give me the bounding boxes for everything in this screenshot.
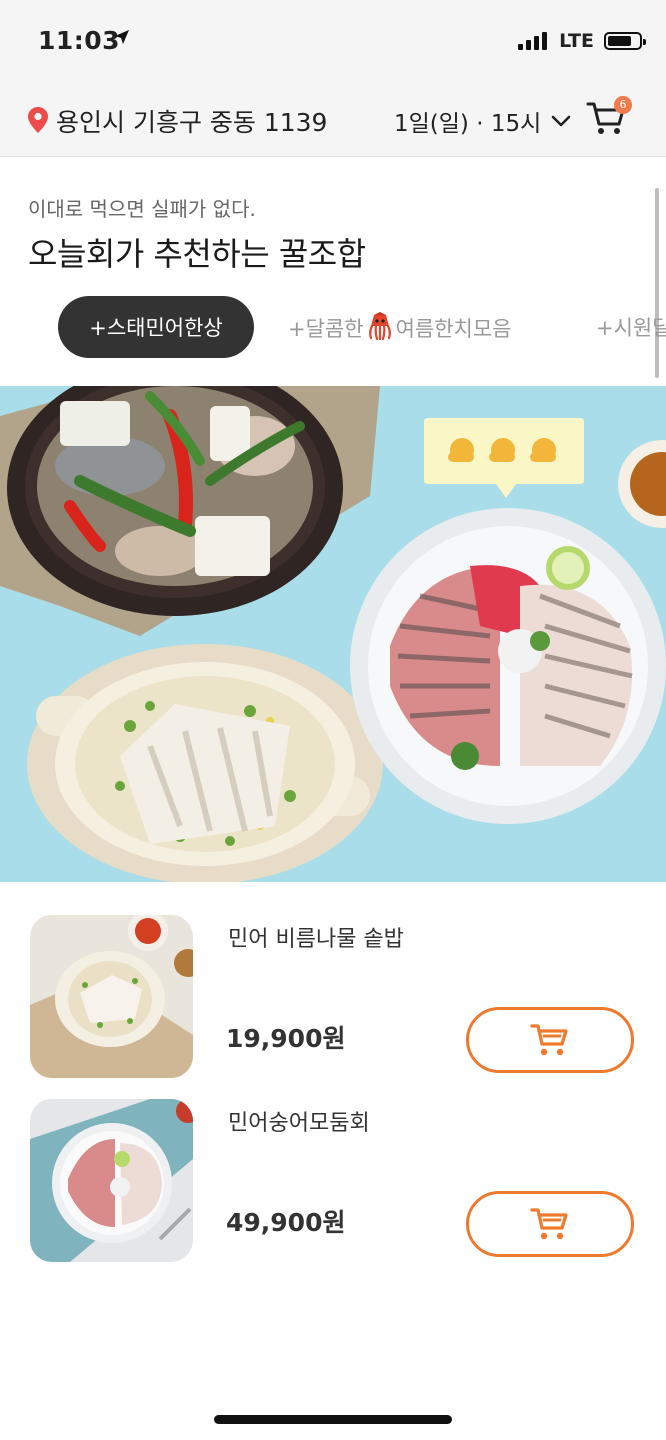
network-label: LTE — [559, 30, 594, 52]
product-card[interactable]: 민어숭어모둠회 49,900원 — [0, 1099, 666, 1265]
delivery-address[interactable]: 용인시 기흥구 중동 1139 — [56, 103, 327, 139]
chip-stamin-eo[interactable]: +스태민어한상 — [58, 296, 254, 358]
add-to-cart-button[interactable] — [466, 1007, 634, 1073]
app-header: 용인시 기흥구 중동 1139 1일(일) · 15시 6 — [0, 84, 666, 157]
cart-icon — [530, 1024, 568, 1056]
chip-third[interactable]: +시원달 — [596, 312, 666, 342]
delivery-time-selector[interactable]: 1일(일) · 15시 — [394, 104, 571, 138]
signal-icon — [518, 32, 548, 50]
chip-label-prefix: +달콤한 — [288, 317, 364, 341]
chip-label: +스태민어한상 — [89, 316, 223, 340]
delivery-time-label: 1일(일) · 15시 — [394, 111, 542, 137]
cart-count-badge: 6 — [614, 96, 632, 114]
chip-summer-hanchi[interactable]: +달콤한 여름한치모음 — [288, 312, 511, 343]
product-image — [30, 1099, 193, 1262]
section-subtitle: 이대로 먹으면 실패가 없다. — [28, 197, 256, 221]
header-cart-button[interactable]: 6 — [586, 96, 632, 142]
add-to-cart-button[interactable] — [466, 1191, 634, 1257]
product-thumbnail[interactable] — [30, 915, 193, 1078]
home-indicator[interactable] — [214, 1415, 452, 1424]
product-image — [30, 915, 193, 1078]
product-price: 19,900원 — [226, 1024, 346, 1053]
product-thumbnail[interactable] — [30, 1099, 193, 1262]
product-name[interactable]: 민어 비름나물 솥밥 — [228, 921, 404, 953]
section-title: 오늘회가 추천하는 꿀조합 — [28, 235, 366, 273]
category-chips: +스태민어한상 +달콤한 여름한치모음 +시원달 — [0, 296, 666, 360]
location-pin-icon — [28, 107, 48, 133]
status-bar: 11:03 LTE — [0, 0, 666, 84]
battery-level — [608, 36, 631, 46]
product-name[interactable]: 민어숭어모둠회 — [228, 1105, 370, 1137]
cart-icon — [530, 1208, 568, 1240]
hero-image[interactable] — [0, 386, 666, 882]
chevron-down-icon — [551, 115, 571, 127]
hero-food-illustration — [0, 386, 666, 882]
battery-icon — [604, 32, 646, 50]
chip-label-suffix: 여름한치모음 — [395, 317, 512, 341]
chip-label: +시원달 — [596, 316, 666, 340]
product-price: 49,900원 — [226, 1208, 346, 1237]
location-arrow-icon — [115, 30, 129, 44]
status-right: LTE — [518, 30, 646, 52]
status-time: 11:03 — [38, 26, 121, 55]
product-card[interactable]: 민어 비름나물 솥밥 19,900원 — [0, 915, 666, 1081]
squid-icon — [368, 312, 391, 340]
